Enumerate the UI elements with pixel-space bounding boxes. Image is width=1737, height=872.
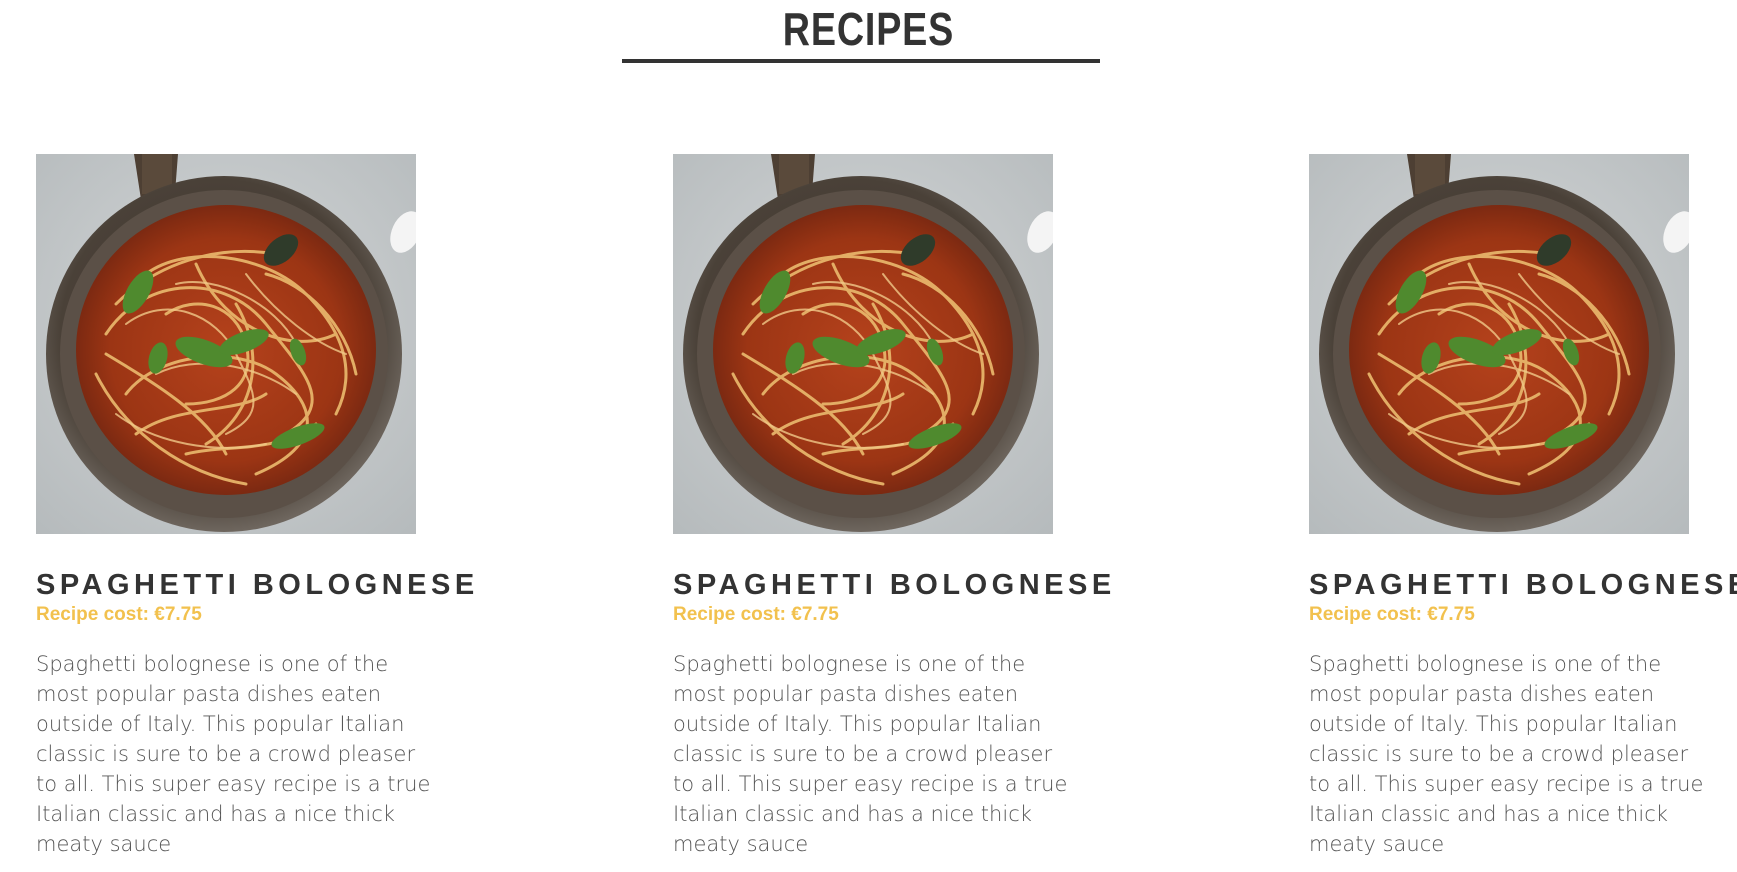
recipe-description: Spaghetti bolognese is one of the most p… <box>1309 652 1704 856</box>
recipe-cost: Recipe cost: €7.75 <box>673 604 839 625</box>
recipe-card[interactable]: SPAGHETTI BOLOGNESE Recipe cost: €7.75 S… <box>673 154 1111 859</box>
page-header: RECIPES <box>0 0 1737 54</box>
recipe-image[interactable] <box>1309 154 1689 534</box>
recipe-name[interactable]: SPAGHETTI BOLOGNESE <box>36 568 474 602</box>
title-underline <box>622 59 1100 63</box>
recipe-list: SPAGHETTI BOLOGNESE Recipe cost: €7.75 S… <box>0 154 1737 872</box>
recipe-name[interactable]: SPAGHETTI BOLOGNESE <box>1309 568 1737 602</box>
recipe-description: Spaghetti bolognese is one of the most p… <box>673 652 1068 856</box>
recipe-name[interactable]: SPAGHETTI BOLOGNESE <box>673 568 1111 602</box>
recipe-cost: Recipe cost: €7.75 <box>1309 604 1475 625</box>
recipe-card[interactable]: SPAGHETTI BOLOGNESE Recipe cost: €7.75 S… <box>36 154 474 859</box>
recipe-card[interactable]: SPAGHETTI BOLOGNESE Recipe cost: €7.75 S… <box>1309 154 1737 859</box>
page-title: RECIPES <box>782 3 955 55</box>
recipe-image[interactable] <box>673 154 1053 534</box>
recipe-cost: Recipe cost: €7.75 <box>36 604 202 625</box>
recipe-description: Spaghetti bolognese is one of the most p… <box>36 652 431 856</box>
recipe-image[interactable] <box>36 154 416 534</box>
